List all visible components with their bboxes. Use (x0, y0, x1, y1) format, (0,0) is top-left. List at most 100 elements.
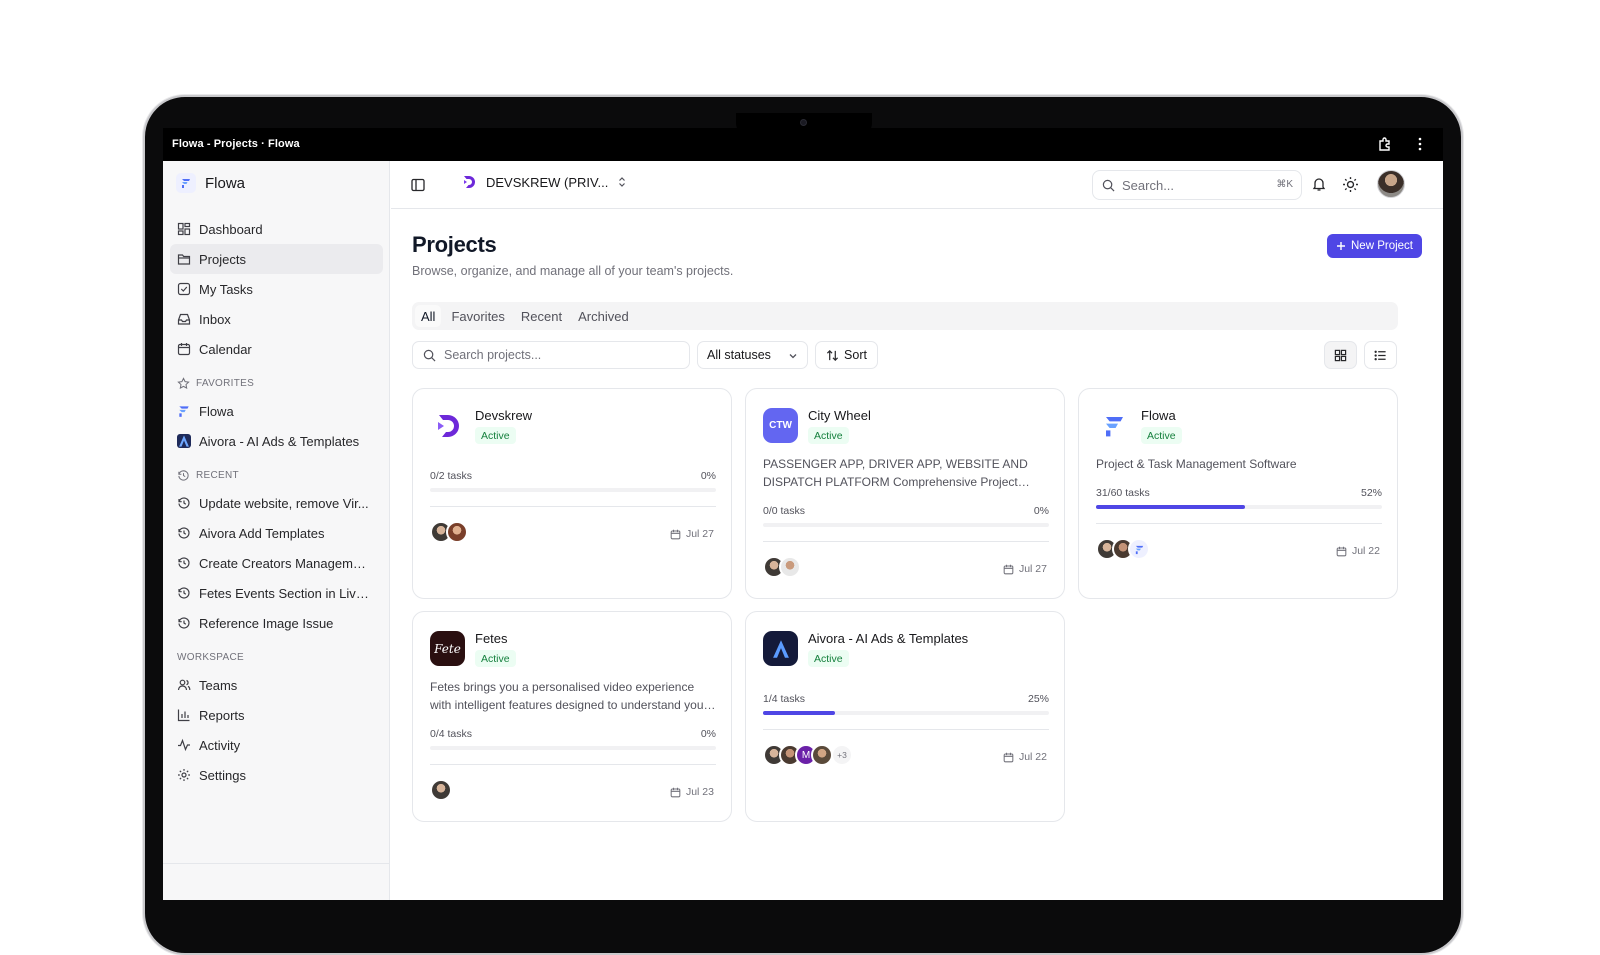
sidebar-item-teams[interactable]: Teams (170, 670, 383, 700)
project-card-flowa[interactable]: Flowa Active Project & Task Management S… (1078, 388, 1398, 599)
progress-labels: 0/4 tasks 0% (430, 728, 716, 740)
project-name: Flowa (1141, 408, 1176, 423)
progress-bar (430, 488, 716, 492)
sidebar-item-inbox[interactable]: Inbox (170, 304, 383, 334)
progress-percent: 0% (1033, 505, 1049, 517)
member-avatars (763, 556, 801, 578)
task-count: 1/4 tasks (763, 693, 806, 705)
new-project-button[interactable]: New Project (1327, 234, 1422, 258)
sidebar-item-label: Reports (199, 707, 245, 723)
status-filter-value: All statuses (707, 348, 771, 362)
fetes-logo-icon: Fete (430, 631, 465, 666)
workspace-section-label: WORKSPACE (177, 651, 244, 663)
progress-labels: 1/4 tasks 25% (763, 693, 1049, 705)
tab-all[interactable]: All (415, 305, 442, 327)
more-vertical-icon[interactable] (1415, 136, 1425, 152)
sidebar-item-label: Teams (199, 677, 238, 693)
search-icon (1102, 179, 1115, 191)
project-search-input[interactable]: Search projects... (412, 341, 690, 369)
progress-bar (763, 711, 1049, 715)
browser-titlebar: Flowa - Projects · Flowa (163, 128, 1443, 161)
sidebar-recent-item[interactable]: Fetes Events Section in Live ... (170, 578, 383, 608)
sidebar-item-activity[interactable]: Activity (170, 730, 383, 760)
sidebar-item-label: Projects (199, 251, 246, 267)
workspace-switcher[interactable]: DEVSKREW (PRIV... (461, 174, 627, 190)
recent-section-label: RECENT (170, 462, 383, 488)
sidebar-item-label: Settings (199, 767, 246, 783)
dashboard-icon (177, 222, 191, 236)
task-count: 0/2 tasks (430, 470, 473, 482)
card-divider (430, 764, 716, 765)
progress-bar (1096, 505, 1382, 509)
sidebar-favorite-aivora[interactable]: Aivora - AI Ads & Templates (170, 426, 383, 456)
progress-fill (763, 711, 835, 715)
calendar-icon (670, 787, 681, 797)
sidebar-favorite-flowa[interactable]: Flowa (170, 396, 383, 426)
progress-percent: 52% (1360, 487, 1382, 499)
brand[interactable]: Flowa (176, 173, 245, 193)
sidebar-item-calendar[interactable]: Calendar (170, 334, 383, 364)
project-description: Project & Task Management Software (1096, 457, 1297, 471)
project-card-fetes[interactable]: Fete Fetes Active Fetes brings you a per… (412, 611, 732, 822)
history-icon (178, 469, 189, 481)
sidebar-recent-item[interactable]: Create Creators Manageme... (170, 548, 383, 578)
sidebar-footer (163, 863, 390, 900)
sidebar-item-label: Reference Image Issue (199, 615, 334, 631)
app-screen: Flowa - Projects · Flowa Flowa Dashboard… (163, 128, 1443, 900)
calendar-icon (1003, 752, 1014, 762)
extensions-icon[interactable] (1377, 136, 1393, 152)
sidebar-item-dashboard[interactable]: Dashboard (170, 214, 383, 244)
bell-icon[interactable] (1311, 176, 1327, 192)
activity-icon (178, 738, 190, 752)
search-placeholder: Search... (1122, 177, 1175, 193)
member-avatars (1096, 538, 1150, 560)
progress-bar (430, 746, 716, 750)
avatar (811, 744, 833, 766)
history-icon (178, 497, 190, 509)
project-name: Aivora - AI Ads & Templates (808, 631, 969, 646)
sidebar-recent-item[interactable]: Reference Image Issue (170, 608, 383, 638)
sort-button[interactable]: Sort (815, 341, 878, 369)
sort-icon (826, 349, 839, 361)
avatar (430, 779, 452, 801)
status-badge: Active (1141, 427, 1182, 444)
due-date: Jul 23 (670, 786, 714, 798)
page-title: Projects (412, 232, 497, 257)
global-search-input[interactable]: Search... ⌘K (1092, 170, 1302, 200)
sidebar-item-my-tasks[interactable]: My Tasks (170, 274, 383, 304)
tab-recent[interactable]: Recent (515, 305, 568, 327)
list-view-toggle[interactable] (1364, 341, 1397, 369)
workspace-name: DEVSKREW (PRIV... (486, 174, 609, 190)
status-badge: Active (808, 650, 849, 667)
gear-icon (178, 769, 190, 781)
user-avatar[interactable] (1377, 170, 1405, 198)
project-card-city-wheel[interactable]: CTW City Wheel Active PASSENGER APP, DRI… (745, 388, 1065, 599)
progress-fill (1096, 505, 1245, 509)
tab-favorites[interactable]: Favorites (445, 305, 510, 327)
status-badge: Active (475, 427, 516, 444)
status-filter-select[interactable]: All statuses (697, 341, 808, 369)
sidebar-item-label: Calendar (199, 341, 252, 357)
plus-icon (1337, 242, 1345, 250)
sidebar-recent-item[interactable]: Update website, remove Vir... (170, 488, 383, 518)
tab-archived[interactable]: Archived (572, 305, 635, 327)
history-icon (178, 527, 190, 539)
sidebar-toggle-icon[interactable] (410, 177, 426, 193)
history-icon (178, 617, 190, 629)
sun-icon[interactable] (1342, 176, 1359, 193)
grid-view-toggle[interactable] (1324, 341, 1357, 369)
sidebar-item-label: Dashboard (199, 221, 263, 237)
due-date: Jul 27 (670, 528, 714, 540)
calendar-icon (1336, 546, 1347, 556)
project-card-aivora[interactable]: Aivora - AI Ads & Templates Active 1/4 t… (745, 611, 1065, 822)
sidebar-recent-item[interactable]: Aivora Add Templates (170, 518, 383, 548)
history-icon (178, 557, 190, 569)
sidebar-item-projects[interactable]: Projects (170, 244, 383, 274)
sidebar-item-label: My Tasks (199, 281, 253, 297)
member-avatars: M +3 (763, 744, 853, 766)
sidebar-item-reports[interactable]: Reports (170, 700, 383, 730)
sidebar-item-label: Flowa (199, 403, 234, 419)
sidebar-item-label: Update website, remove Vir... (199, 495, 369, 511)
project-card-devskrew[interactable]: Devskrew Active 0/2 tasks 0% Jul 27 (412, 388, 732, 599)
sidebar-item-settings[interactable]: Settings (170, 760, 383, 790)
